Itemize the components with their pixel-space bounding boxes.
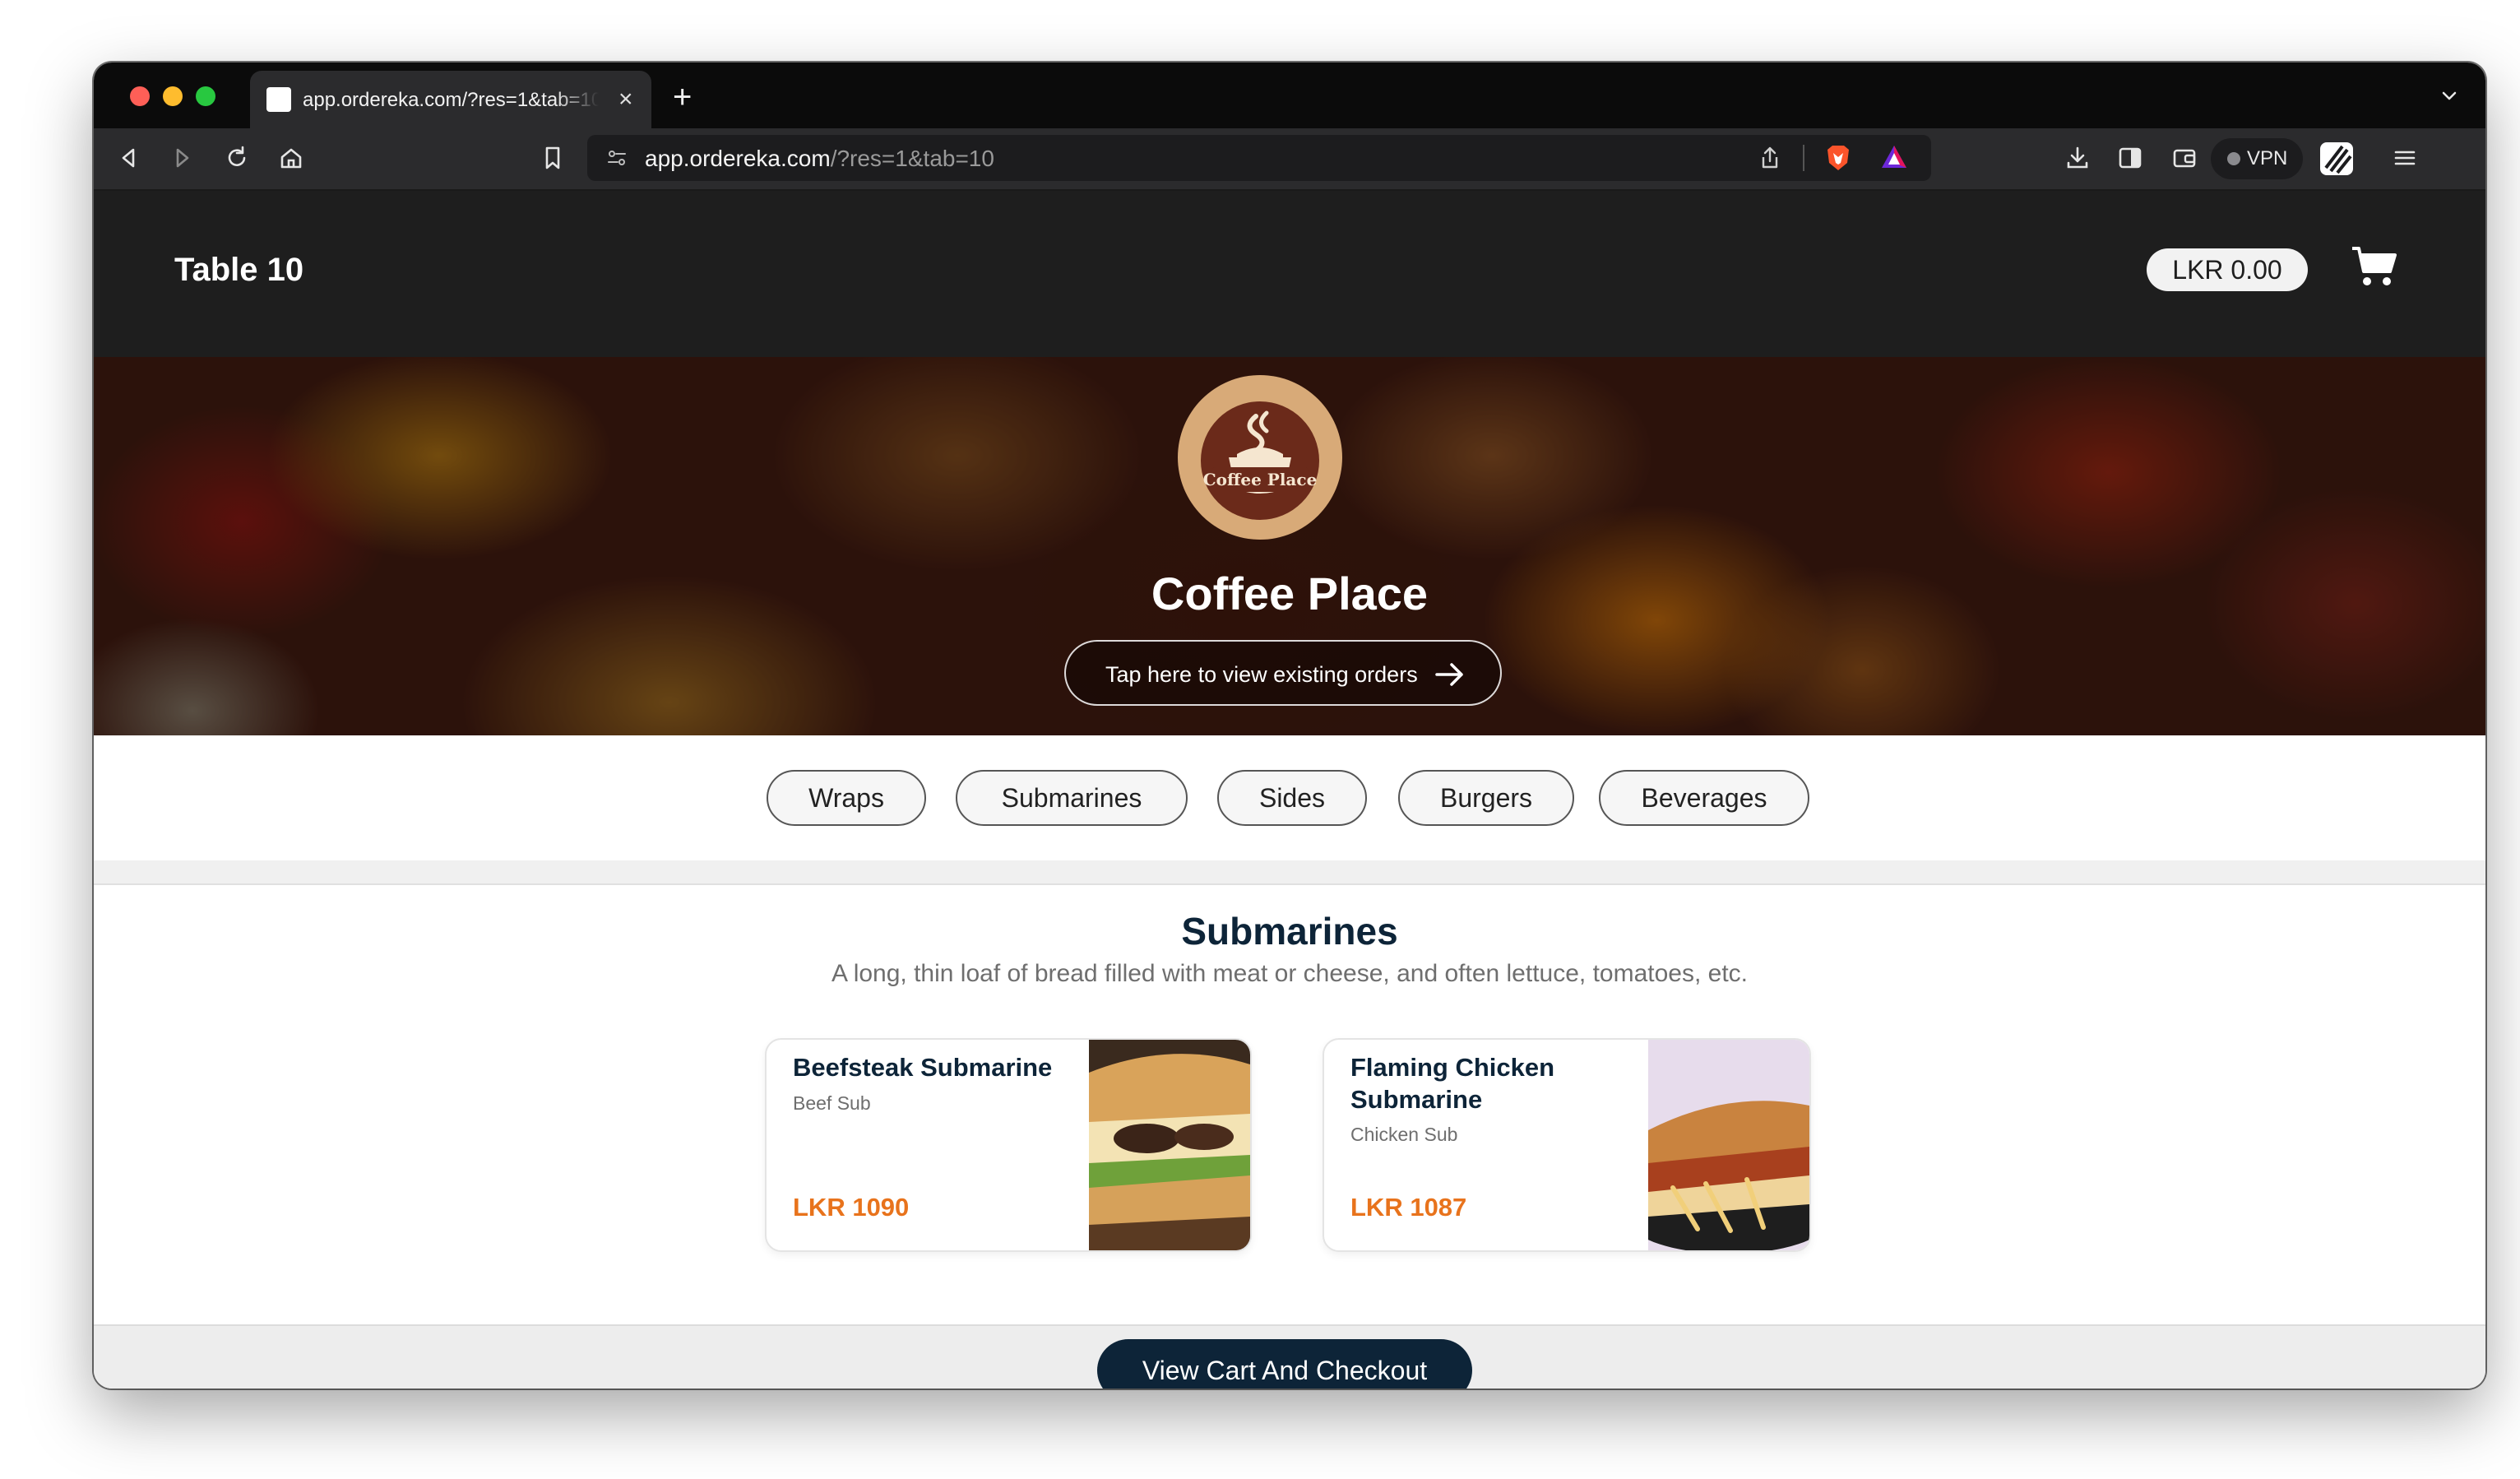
browser-window: app.ordereka.com/?res=1&tab=10 × + app.o… [94,63,2485,1389]
orders-button-label: Tap here to view existing orders [1105,662,1418,687]
reload-icon[interactable] [222,143,252,173]
minimize-window-button[interactable] [163,86,183,106]
page-header: Table 10 LKR 0.00 [94,191,2485,357]
vpn-status-icon [2227,152,2240,165]
hero-banner: Coffee Place Coffee Place Tap here to vi… [94,357,2485,735]
section-title: Submarines [1181,910,1398,953]
bookmark-icon[interactable] [538,143,567,173]
category-tabs: Wraps Submarines Sides Burgers Beverages [94,735,2485,862]
logo-text: Coffee Place [1203,470,1318,489]
tab-title: app.ordereka.com/?res=1&tab=10 [303,89,599,111]
new-tab-icon[interactable]: + [673,79,692,115]
url-text: app.ordereka.com/?res=1&tab=10 [645,146,994,172]
share-icon[interactable] [1757,145,1783,171]
section-description: A long, thin loaf of bread filled with m… [832,960,1748,987]
url-host: app.ordereka.com [645,146,831,171]
url-path: /?res=1&tab=10 [830,146,994,171]
chevron-down-icon[interactable] [2439,86,2459,105]
cart-icon[interactable] [2351,245,2398,288]
restaurant-logo: Coffee Place [1178,375,1342,540]
coffee-logo-icon: Coffee Place [1201,401,1319,520]
tab-strip: app.ordereka.com/?res=1&tab=10 × + [94,63,2485,128]
close-tab-icon[interactable]: × [618,86,633,114]
profile-icon[interactable] [2318,140,2356,178]
category-tab-wraps[interactable]: Wraps [767,770,926,826]
item-subtitle: Beef Sub [793,1092,871,1114]
item-name: Flaming Chicken Submarine [1350,1053,1555,1114]
category-tab-sides[interactable]: Sides [1217,770,1367,826]
favicon-icon [266,87,291,112]
brave-shields-icon[interactable] [1824,143,1852,173]
view-cart-checkout-button[interactable]: View Cart And Checkout [1097,1339,1472,1389]
menu-item-card[interactable]: Flaming Chicken Submarine Chicken Sub LK… [1323,1038,1811,1252]
vpn-button[interactable]: VPN [2211,138,2303,179]
brave-rewards-icon[interactable] [1880,143,1908,171]
item-price: LKR 1087 [1350,1193,1467,1222]
site-settings-icon[interactable] [605,146,628,169]
category-tab-beverages[interactable]: Beverages [1599,770,1809,826]
forward-icon[interactable] [168,143,197,173]
menu-item-card[interactable]: Beefsteak Submarine Beef Sub LKR 1090 [765,1038,1252,1252]
browser-tab[interactable]: app.ordereka.com/?res=1&tab=10 × [250,71,651,128]
maximize-window-button[interactable] [196,86,215,106]
cart-total-badge[interactable]: LKR 0.00 [2147,248,2308,291]
item-subtitle: Chicken Sub [1350,1124,1458,1145]
vpn-label: VPN [2247,147,2288,169]
category-tab-submarines[interactable]: Submarines [956,770,1188,826]
home-icon[interactable] [276,143,306,173]
view-existing-orders-button[interactable]: Tap here to view existing orders [1064,640,1502,706]
category-tab-burgers[interactable]: Burgers [1398,770,1574,826]
item-price: LKR 1090 [793,1193,910,1222]
close-window-button[interactable] [130,86,150,106]
table-label: Table 10 [174,252,304,288]
back-icon[interactable] [113,143,143,173]
download-icon[interactable] [2063,143,2092,173]
browser-toolbar: app.ordereka.com/?res=1&tab=10 VPN [94,128,2485,191]
beefsteak-submarine-image [1089,1040,1250,1250]
item-name: Beefsteak Submarine [793,1053,1053,1082]
web-page: Table 10 LKR 0.00 Coffee Place Coffee Pl… [94,191,2485,1389]
menu-icon[interactable] [2390,143,2420,173]
section-divider [94,860,2485,885]
restaurant-name: Coffee Place [1151,568,1429,619]
address-bar[interactable]: app.ordereka.com/?res=1&tab=10 [587,135,1931,181]
wallet-icon[interactable] [2170,143,2199,173]
flaming-chicken-submarine-image [1648,1040,1809,1250]
arrow-right-icon [1435,663,1463,686]
divider [1803,145,1804,171]
sidebar-icon[interactable] [2115,143,2145,173]
